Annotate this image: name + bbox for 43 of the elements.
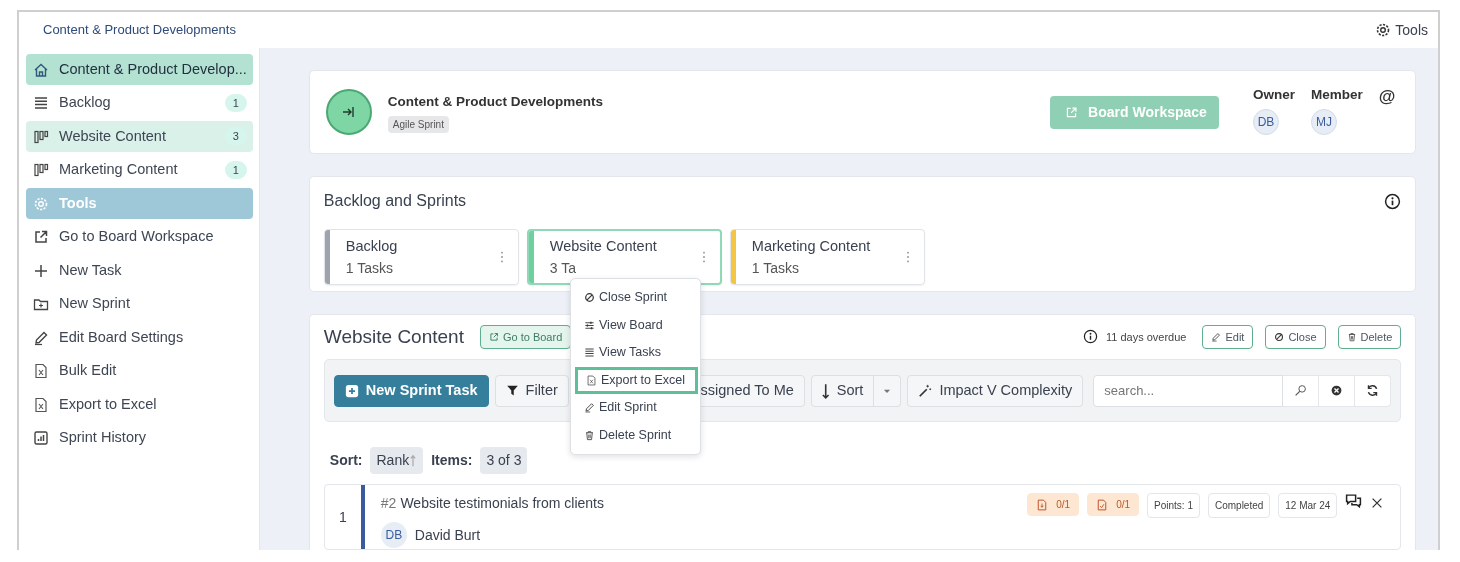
sprint-name: Backlog [345, 236, 399, 256]
sidebar-label: Export to Excel [59, 394, 157, 414]
count-badge: 1 [224, 160, 247, 180]
items-count: 3 of 3 [480, 447, 528, 474]
overdue-text: 11 days overdue [1105, 329, 1187, 345]
points-chip: Points: 1 [1147, 493, 1200, 518]
sprint-name: Marketing Content [751, 236, 872, 256]
date-chip: 12 Mar 24 [1278, 493, 1338, 518]
sidebar-label: Marketing Content [59, 160, 178, 180]
role-label: Owner [1253, 86, 1295, 104]
sprint-name: Website Content [549, 236, 658, 256]
items-label: Items: [431, 451, 473, 470]
sidebar-label: Bulk Edit [59, 361, 117, 381]
sidebar-label: Edit Board Settings [59, 327, 184, 347]
count-badge: 1 [224, 93, 247, 113]
rank-number: 1 [338, 507, 347, 527]
assignee-name: David Burt [414, 525, 481, 545]
attachment-chip: 0/1 [1027, 493, 1080, 516]
attachment-chip: 0/1 [1087, 493, 1140, 516]
section-title: Backlog and Sprints [323, 191, 467, 212]
member-avatar: MJ [1311, 109, 1337, 136]
sidebar-label: Website Content [59, 126, 166, 146]
count-badge: 3 [224, 127, 247, 146]
task-count: 1 Tasks [751, 258, 801, 278]
role-label: Member [1311, 86, 1363, 104]
sidebar-label: Go to Board Workspace [59, 227, 214, 247]
assignee-avatar: DB [380, 522, 407, 548]
board-title: Content & Product Developments [43, 21, 236, 40]
board-name: Content & Product Developments [387, 92, 604, 111]
member-avatar: DB [1253, 109, 1279, 136]
sidebar-label: Sprint History [59, 428, 147, 448]
task-count: 1 Tasks [345, 258, 395, 278]
sidebar-label: Content & Product Develop... [59, 59, 247, 79]
sort-label: Sort: [329, 451, 363, 470]
status-chip: Completed [1207, 493, 1271, 518]
sidebar-label: Backlog [59, 93, 111, 113]
board-tag: Agile Sprint [387, 115, 449, 133]
sidebar-label: New Sprint [59, 294, 130, 314]
task-count: 3 Ta [549, 258, 578, 278]
panel-title: Website Content [323, 324, 464, 349]
task-id: #2 [380, 495, 397, 511]
sidebar-label: New Task [59, 260, 122, 280]
sidebar-label: Tools [59, 193, 97, 213]
